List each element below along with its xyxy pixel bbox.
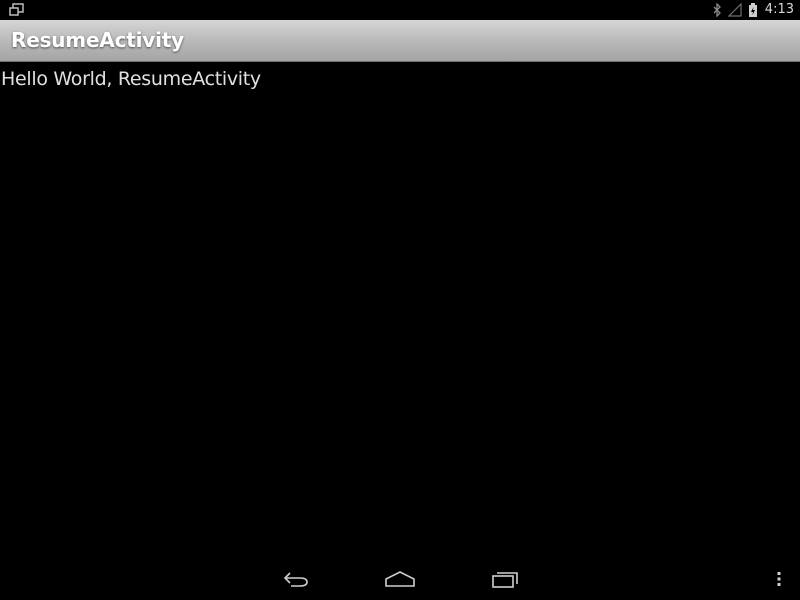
battery-icon	[748, 2, 758, 18]
main-content: Hello World, ResumeActivity	[0, 62, 800, 562]
back-icon	[282, 569, 310, 593]
status-clock: 4:13	[764, 2, 794, 17]
page-title: ResumeActivity	[11, 28, 184, 52]
overflow-menu-icon	[776, 571, 782, 591]
hello-text: Hello World, ResumeActivity	[1, 68, 261, 90]
overflow-menu-button[interactable]	[768, 568, 790, 594]
bluetooth-icon	[712, 3, 722, 17]
status-icons: 4:13	[712, 2, 794, 18]
status-bar: 4:13	[0, 0, 800, 20]
home-button[interactable]	[380, 568, 420, 594]
home-icon	[384, 570, 416, 592]
recents-button[interactable]	[485, 568, 525, 594]
recents-icon	[490, 569, 520, 593]
back-button[interactable]	[276, 568, 316, 594]
navigation-bar	[0, 562, 800, 600]
signal-icon	[727, 3, 742, 17]
action-bar: ResumeActivity	[0, 20, 800, 62]
notification-window-icon	[9, 3, 25, 17]
